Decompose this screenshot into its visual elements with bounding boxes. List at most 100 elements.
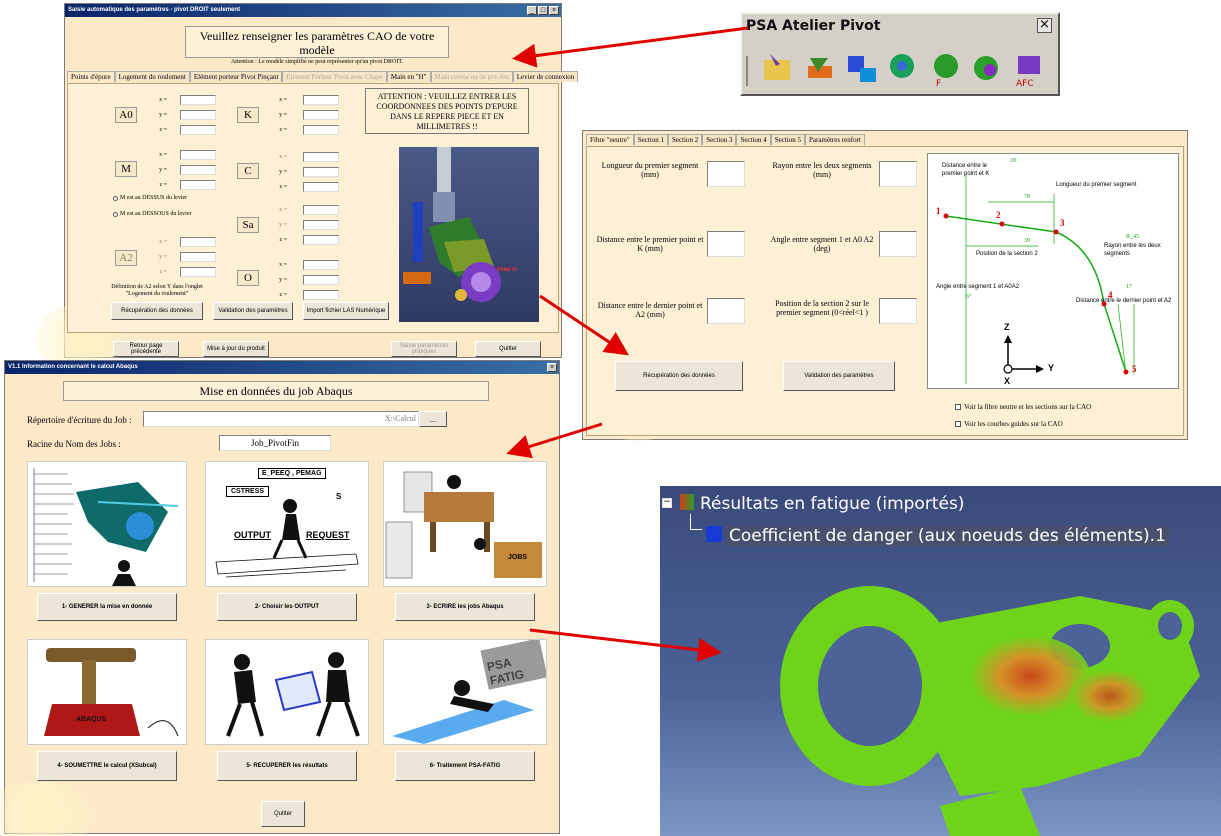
back-button[interactable]: Retour page précédente [113,341,179,357]
fibre-recuperation-button[interactable]: Récupération des données [615,361,743,391]
fatigue-icon[interactable]: F [934,54,958,89]
tab-points-epure[interactable]: Points d'épure [67,71,115,82]
radio-below[interactable]: M est au DESSOUS du levier [113,211,192,217]
a0-y-input[interactable] [180,110,216,120]
radius-input[interactable] [879,161,917,187]
step3-write-jobs-button[interactable]: 3- ECRIRE les jobs Abaqus [395,593,535,621]
o-z-input[interactable] [303,290,339,300]
folder-open-icon[interactable] [764,54,790,80]
c-x-input[interactable] [303,152,339,162]
o-y-input[interactable] [303,275,339,285]
sketch-n17: 17 [1126,284,1132,290]
sketch-len-first-label: Longueur du premier segment [1056,182,1137,188]
step2-output-button[interactable]: 2- Choisir les OUTPUT [217,593,357,621]
k-z-input[interactable] [303,125,339,135]
quit-top-button[interactable]: Quitter [475,341,541,357]
job-dir-input[interactable]: X:\Calcul [143,411,419,427]
c-x-label: x = [279,154,287,160]
step6-fatig-button[interactable]: 6- Traitement PSA-FATIG [395,751,535,781]
job-dir-value: X:\Calcul [384,414,416,423]
tree-child-label[interactable]: Coefficient de danger (aux noeuds des él… [726,526,1169,546]
job-root-input[interactable]: Job_PivotFin [219,435,331,451]
point-c-label: C [237,163,259,179]
sketch-axis-z: Z [1004,322,1010,332]
tab-logement-roulement[interactable]: Logement du roulement [114,71,190,82]
checkbox-fibre-neutre-label: Voir la fibre neutre et les sections sur… [964,403,1092,411]
dist-k-input[interactable] [707,231,745,257]
c-z-input[interactable] [303,182,339,192]
maximize-button[interactable]: □ [538,6,548,15]
o-x-input[interactable] [303,260,339,270]
tree-parent-label[interactable]: Résultats en fatigue (importés) [700,494,964,514]
edit-geometry-icon[interactable] [808,58,832,78]
fatigue-results-icon [680,494,694,510]
tab-section-2[interactable]: Section 2 [667,134,703,145]
results-icon[interactable] [974,56,998,80]
sa-x-label: x = [279,207,287,213]
a0-z-input[interactable] [180,125,216,135]
checkbox-fibre-neutre[interactable]: Voir la fibre neutre et les sections sur… [955,403,1091,411]
first-length-input[interactable] [707,161,745,187]
tab-section-3[interactable]: Section 3 [702,134,737,145]
tab-section-1[interactable]: Section 1 [633,134,668,145]
sketch-dist-k-label: Distance entre le premier point et K [942,163,990,177]
k-y-input[interactable] [303,110,339,120]
dist-last-input[interactable] [707,298,745,324]
tab-element-chape[interactable]: Elément Porteur Pivot avec Chape [282,71,387,82]
step4-submit-button[interactable]: 4- SOUMETTRE le calcul (XSubcal) [37,751,177,781]
m-z-label: z = [159,182,167,188]
abaqus-close-button[interactable]: × [547,363,557,372]
a2-x-input[interactable] [180,237,216,247]
browse-button[interactable]: ... [419,411,447,427]
tab-main-h[interactable]: Main en "H" [386,71,431,82]
tab-section-5[interactable]: Section 5 [770,134,805,145]
a0-x-input[interactable] [180,95,216,105]
angle-input[interactable] [879,231,917,257]
fibre-sketch: Distance entre le premier point et K Lon… [927,153,1179,389]
abaqus-quit-button[interactable]: Quitter [261,801,305,827]
sa-x-input[interactable] [303,205,339,215]
k-x-input[interactable] [303,95,339,105]
mesh-icon[interactable] [890,54,914,78]
decorative-glow-bottom [0,781,95,836]
afc-icon[interactable]: AFC [1016,56,1040,89]
sa-z-input[interactable] [303,235,339,245]
a2-definition-note: Définition de A2 selon Y dans l'onglet "… [111,284,203,297]
m-x-input[interactable] [180,150,216,160]
tab-section-4[interactable]: Section 4 [736,134,771,145]
sa-y-input[interactable] [303,220,339,230]
recuperation-button[interactable]: Récupération des données [111,302,203,320]
update-product-button[interactable]: Mise à jour du produit [203,341,269,357]
import-las-button[interactable]: Import fichier LAS Numérique [303,302,389,320]
toolbar-icons: F AFC [764,54,1040,89]
tab-element-pincant[interactable]: Elément porteur Pivot Pinçant [189,71,283,82]
step5-retrieve-button[interactable]: 5- RECUPERER les résultats [217,751,357,781]
checkbox-courbes-guides[interactable]: Voir les courbes guides sur la CAO [955,420,1063,428]
minimize-button[interactable]: _ [527,6,537,15]
section2-pos-input[interactable] [879,298,917,324]
m-z-input[interactable] [180,180,216,190]
m-y-input[interactable] [180,165,216,175]
c-y-input[interactable] [303,167,339,177]
tab-fibre-neutre[interactable]: Fibre "neutre" [586,134,634,145]
toolbar-close-button[interactable]: × [1037,18,1052,33]
sketch-angle-label: Angle entre segment 1 et A0A2 [936,284,1020,290]
sketch-n20: 20 [1010,158,1016,164]
field-label-angle: Angle entre segment 1 et A0 A2 (deg) [770,235,874,253]
checkbox-fibre-neutre-box [955,404,961,410]
practical-params-button[interactable]: Saisie paramètres pratiques [391,341,457,357]
sketch-n6: 6° [966,294,972,300]
fibre-validation-button[interactable]: Validation des paramètres [783,361,895,391]
a2-y-input[interactable] [180,252,216,262]
a2-z-input[interactable] [180,267,216,277]
tree-expand-icon[interactable]: − [662,498,672,508]
tab-main-creuse[interactable]: Main creuse ou de pré-Ats [430,71,513,82]
tab-levier-connexion[interactable]: Levier de connexion [512,71,579,82]
point-sa-label: Sa [237,217,259,233]
tab-parametres-renfort[interactable]: Paramètres renfort [804,134,865,145]
step1-generate-button[interactable]: 1- GENERER la mise en donnée [37,593,177,621]
validation-button[interactable]: Validation des paramètres [213,302,293,320]
close-button[interactable]: × [549,6,559,15]
radio-above[interactable]: M est au DESSUS du levier [113,195,187,201]
table-transfer-icon[interactable] [848,56,876,82]
